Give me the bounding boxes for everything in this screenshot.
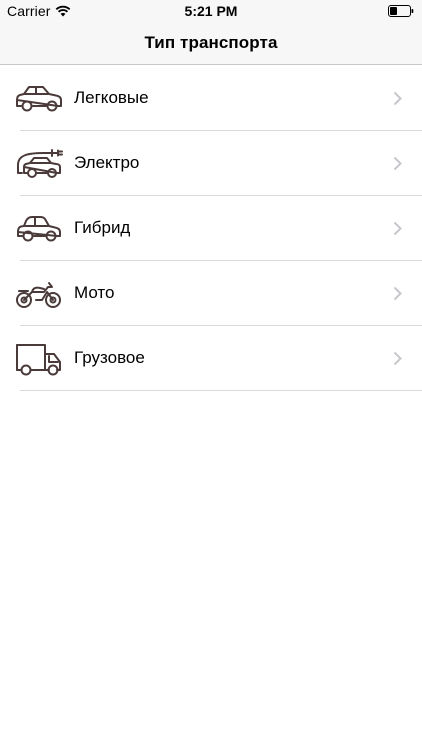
vehicle-type-list: Легковые Электро Гибрид Мото Грузовое — [0, 66, 422, 391]
list-item-label: Легковые — [74, 88, 149, 107]
navigation-bar: Тип транспорта — [0, 22, 422, 65]
page-title: Тип транспорта — [144, 33, 278, 52]
status-time: 5:21 PM — [184, 3, 238, 19]
list-item-sedan[interactable]: Легковые — [0, 66, 422, 131]
chevron-right-icon — [393, 156, 402, 171]
list-item-label: Мото — [74, 283, 115, 302]
truck-icon — [14, 338, 64, 378]
motorcycle-icon — [14, 273, 64, 313]
chevron-right-icon — [393, 221, 402, 236]
row-separator — [20, 390, 422, 391]
list-item-electric[interactable]: Электро — [0, 131, 422, 196]
status-bar: Carrier 5:21 PM — [0, 0, 422, 22]
electric-car-icon — [14, 143, 64, 183]
list-item-hybrid[interactable]: Гибрид — [0, 196, 422, 261]
list-item-label: Электро — [74, 153, 140, 172]
hybrid-car-icon — [14, 208, 64, 248]
battery-icon — [388, 5, 414, 17]
list-item-moto[interactable]: Мото — [0, 261, 422, 326]
chevron-right-icon — [393, 286, 402, 301]
sedan-car-icon — [14, 78, 64, 118]
list-item-label: Гибрид — [74, 218, 131, 237]
list-item-truck[interactable]: Грузовое — [0, 326, 422, 391]
chevron-right-icon — [393, 91, 402, 106]
list-item-label: Грузовое — [74, 348, 145, 367]
chevron-right-icon — [393, 351, 402, 366]
